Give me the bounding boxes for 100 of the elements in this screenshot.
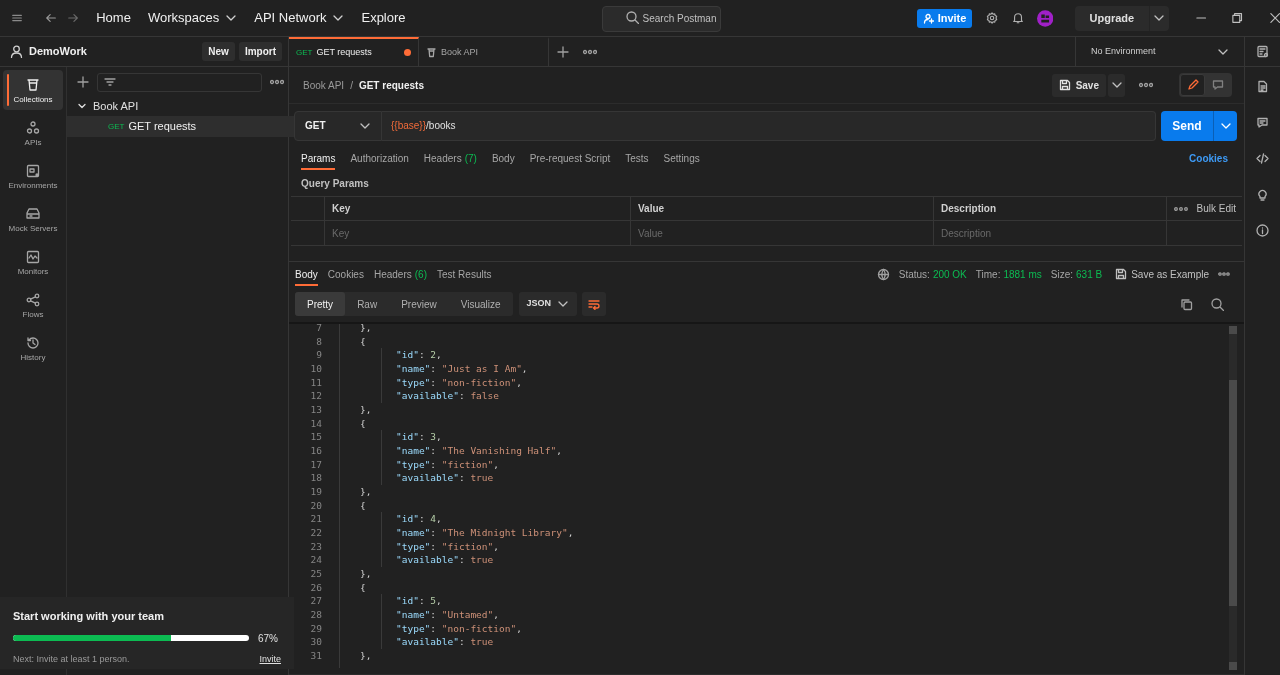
tree-folder[interactable]: Book API xyxy=(67,96,294,116)
method-dropdown[interactable]: GET xyxy=(294,110,382,141)
bulk-edit-button[interactable]: Bulk Edit xyxy=(1196,201,1236,216)
scrollbar-thumb[interactable] xyxy=(1229,380,1237,606)
wrap-lines-button[interactable] xyxy=(581,292,606,316)
section-title: Query Params xyxy=(300,176,370,191)
save-options-button[interactable] xyxy=(1108,73,1125,97)
request-tab[interactable]: Book API xyxy=(419,37,549,66)
nav-rail-item[interactable]: Collections xyxy=(3,70,63,110)
tab[interactable]: Tests xyxy=(625,146,649,170)
tree-request[interactable]: GET GET requests xyxy=(67,116,294,137)
more-icon[interactable] xyxy=(1139,82,1153,88)
code-line: "type": "fiction", xyxy=(381,457,499,472)
tab[interactable]: Headers (7) xyxy=(423,146,477,170)
chevron-down-icon xyxy=(77,101,87,111)
table-input-field[interactable]: Description xyxy=(941,225,1159,241)
code-line: "type": "fiction", xyxy=(381,539,499,554)
view-mode-tab[interactable]: Pretty xyxy=(295,292,346,316)
url-field[interactable]: {{base}}/books xyxy=(382,110,1156,141)
tab-label: GET requests xyxy=(316,45,373,59)
tab[interactable]: Headers (6) xyxy=(373,262,427,286)
code-line: "name": "The Vanishing Half", xyxy=(381,443,562,458)
forward-arrow-icon[interactable] xyxy=(67,11,80,25)
tab[interactable]: Settings xyxy=(663,146,700,170)
tab-label: Book API xyxy=(441,45,480,59)
nav-dropdown[interactable]: API Network xyxy=(254,8,345,28)
breadcrumb-current: GET requests xyxy=(358,78,424,93)
nav-rail-item[interactable]: APIs xyxy=(3,113,63,153)
tab[interactable]: Body xyxy=(295,262,318,286)
info-icon[interactable] xyxy=(1256,224,1269,237)
user-icon xyxy=(10,45,23,58)
lightbulb-icon[interactable] xyxy=(1256,188,1269,201)
comment-icon[interactable] xyxy=(1256,116,1269,129)
tab[interactable]: Pre-request Script xyxy=(529,146,611,170)
plus-icon[interactable] xyxy=(557,45,569,58)
nav-rail-item[interactable]: Monitors xyxy=(3,242,63,282)
import-button[interactable]: Import xyxy=(238,42,282,61)
more-icon[interactable] xyxy=(1218,271,1230,277)
upgrade-button[interactable]: Upgrade xyxy=(1074,5,1169,31)
notification-bell-icon[interactable] xyxy=(1012,11,1025,25)
breadcrumb-separator: / xyxy=(350,78,353,93)
code-line: }, xyxy=(360,650,372,661)
new-button[interactable]: New xyxy=(202,42,235,61)
invite-link[interactable]: Invite xyxy=(259,652,281,666)
search-field[interactable]: Search Postman xyxy=(601,5,721,32)
tab[interactable]: Authorization xyxy=(350,146,409,170)
view-mode-tab[interactable]: Visualize xyxy=(448,292,513,316)
environment-dropdown[interactable]: No Environment xyxy=(1075,37,1244,66)
line-number: 24 xyxy=(309,555,322,565)
view-mode-tab[interactable]: Preview xyxy=(389,292,449,316)
tab[interactable]: Cookies xyxy=(327,262,364,286)
more-icon[interactable] xyxy=(583,48,597,55)
filter-field[interactable] xyxy=(97,72,262,92)
code-line: }, xyxy=(360,568,372,579)
copy-icon[interactable] xyxy=(1180,297,1193,311)
view-mode-tab[interactable]: Raw xyxy=(345,292,390,316)
table-input-field[interactable]: Key xyxy=(332,225,623,241)
restore-icon[interactable] xyxy=(1232,12,1243,24)
avatar-icon[interactable] xyxy=(1036,8,1053,28)
back-arrow-icon[interactable] xyxy=(45,11,58,25)
nav-dropdown[interactable]: Workspaces xyxy=(147,8,238,28)
nav-rail-item[interactable]: Environments xyxy=(3,156,63,196)
save-as-example-button[interactable]: Save as Example xyxy=(1115,266,1209,282)
documentation-icon[interactable] xyxy=(1256,80,1269,93)
tab[interactable]: Body xyxy=(491,146,515,170)
send-button[interactable]: Send xyxy=(1161,110,1237,141)
server-icon xyxy=(25,205,41,222)
more-icon[interactable] xyxy=(270,79,284,85)
plus-icon[interactable] xyxy=(77,76,89,88)
line-number: 7 xyxy=(315,324,322,333)
more-icon[interactable] xyxy=(1173,205,1188,212)
settings-icon[interactable] xyxy=(986,11,999,25)
code-icon[interactable] xyxy=(1256,152,1269,165)
tab[interactable]: Params xyxy=(301,146,336,170)
invite-button[interactable]: Invite xyxy=(916,8,973,28)
nav-link[interactable]: Home xyxy=(96,8,131,28)
code-line: "name": "Untamed", xyxy=(381,607,499,622)
table-input-field[interactable]: Value xyxy=(638,225,926,241)
breadcrumb-link[interactable]: Book API xyxy=(303,77,345,93)
line-number: 10 xyxy=(309,364,322,374)
code-line: "type": "non-fiction", xyxy=(381,375,522,390)
comment-icon xyxy=(1211,79,1224,91)
cookies-link[interactable]: Cookies xyxy=(1189,150,1228,166)
code-line: "id": 5, xyxy=(381,594,442,608)
pulse-icon xyxy=(25,248,41,265)
line-number: 14 xyxy=(309,418,322,429)
nav-rail-item[interactable]: History xyxy=(3,328,63,368)
search-icon[interactable] xyxy=(1211,297,1224,311)
nav-rail-item[interactable]: Mock Servers xyxy=(3,199,63,239)
edit-mode-button[interactable] xyxy=(1180,74,1205,96)
format-dropdown[interactable]: JSON xyxy=(518,292,577,316)
save-button[interactable]: Save xyxy=(1051,73,1106,97)
code-line: "type": "non-fiction", xyxy=(381,621,522,636)
code-line: "available": false xyxy=(381,389,499,403)
close-icon[interactable] xyxy=(1269,12,1280,24)
request-tab[interactable]: GET GET requests xyxy=(289,37,419,66)
nav-rail-item[interactable]: Flows xyxy=(3,285,63,325)
line-number: 17 xyxy=(309,459,322,470)
nav-link[interactable]: Explore xyxy=(361,8,406,28)
tab[interactable]: Test Results xyxy=(437,262,492,286)
